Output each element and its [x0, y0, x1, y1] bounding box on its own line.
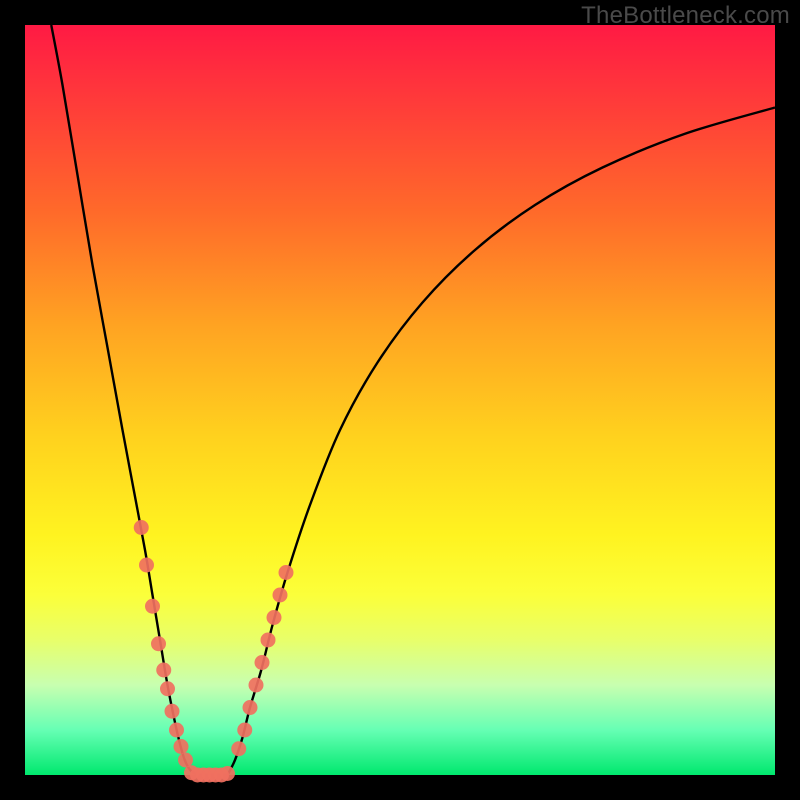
bottleneck-curve — [51, 25, 775, 776]
watermark-text: TheBottleneck.com — [581, 2, 790, 30]
data-marker — [139, 558, 154, 573]
data-marker — [261, 633, 276, 648]
data-marker — [237, 723, 252, 738]
data-marker — [273, 588, 288, 603]
data-marker — [160, 681, 175, 696]
marker-group — [134, 520, 294, 783]
data-marker — [178, 753, 193, 768]
data-marker — [174, 739, 189, 754]
data-marker — [156, 663, 171, 678]
data-marker — [255, 655, 270, 670]
chart-frame: TheBottleneck.com — [0, 0, 800, 800]
plot-area — [25, 25, 775, 775]
curve-group — [51, 25, 775, 776]
data-marker — [243, 700, 258, 715]
data-marker — [165, 704, 180, 719]
data-marker — [169, 723, 184, 738]
data-marker — [249, 678, 264, 693]
data-marker — [231, 741, 246, 756]
data-marker — [145, 599, 160, 614]
data-marker — [279, 565, 294, 580]
data-marker — [220, 766, 235, 781]
plot-svg — [25, 25, 775, 775]
data-marker — [134, 520, 149, 535]
data-marker — [267, 610, 282, 625]
data-marker — [151, 636, 166, 651]
